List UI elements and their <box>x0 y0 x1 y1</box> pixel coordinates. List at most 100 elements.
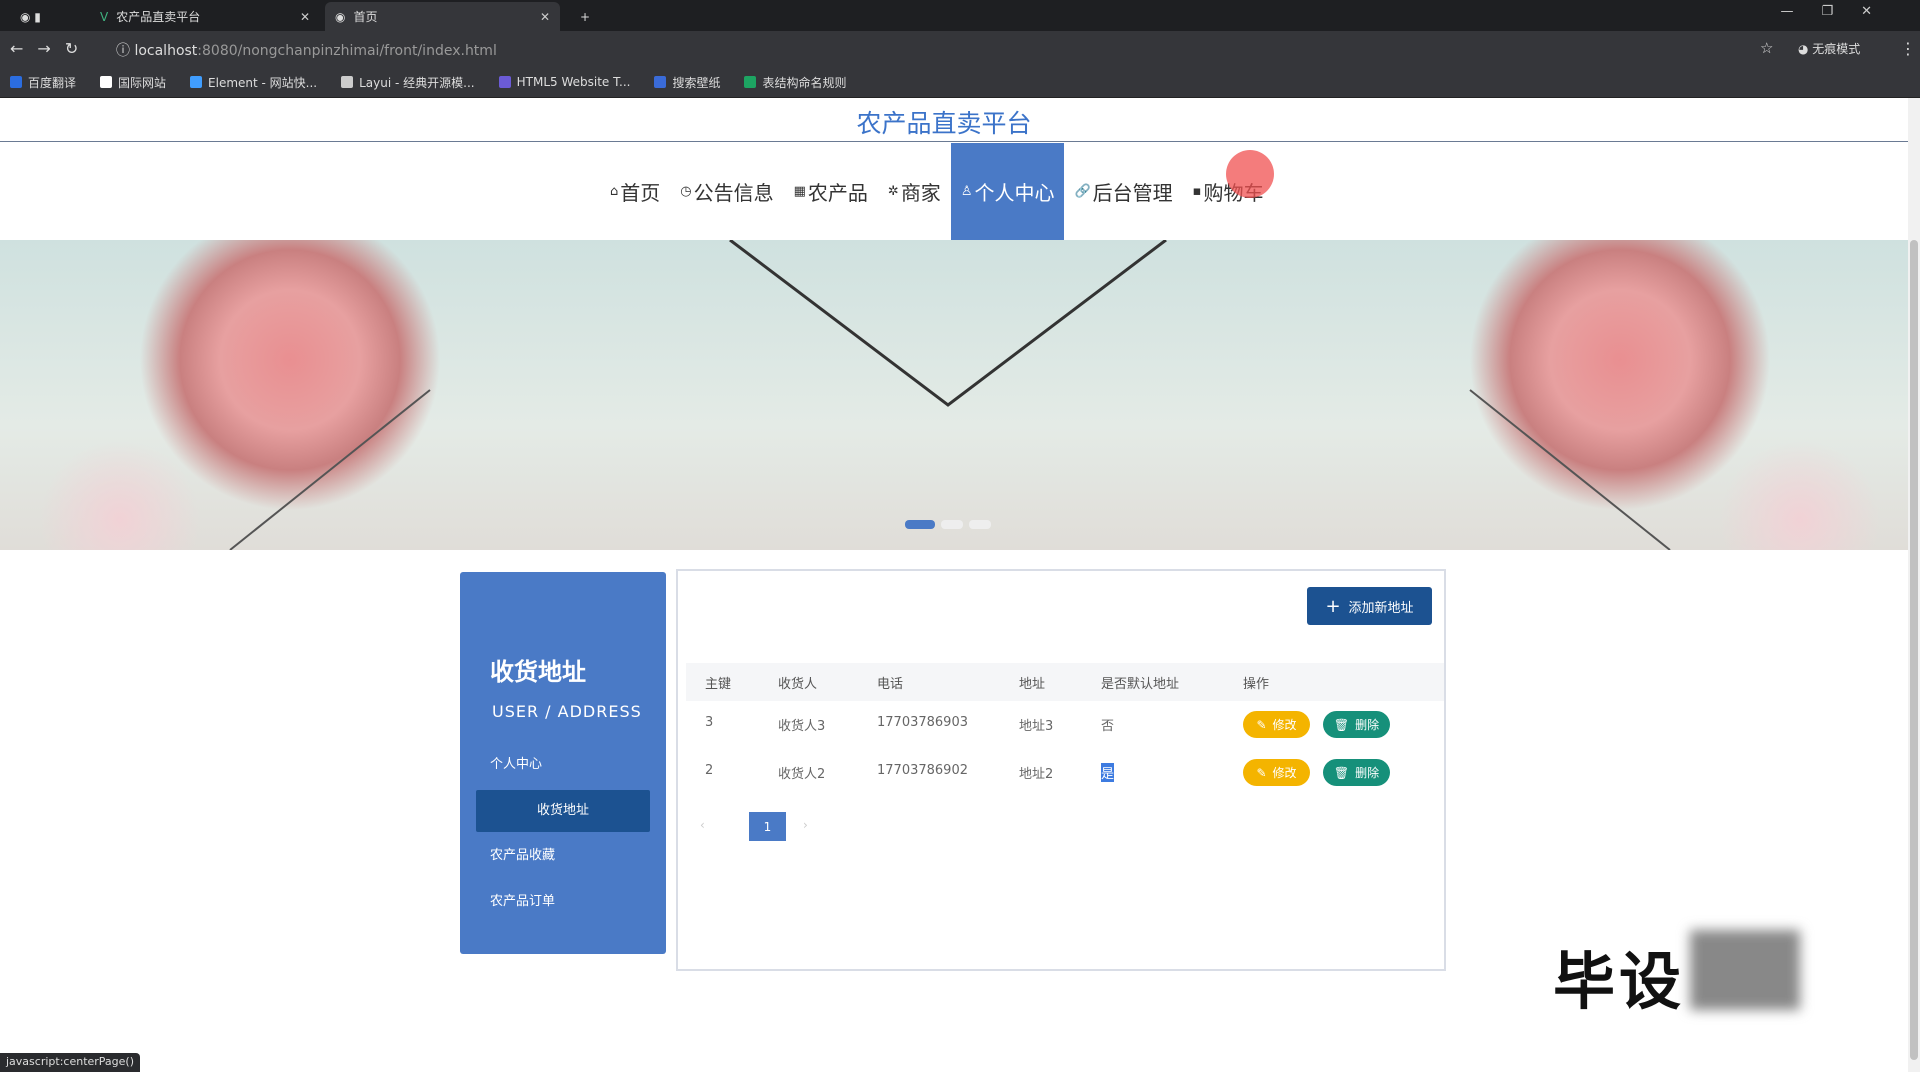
bookmark-item[interactable]: 搜索壁纸 <box>654 74 720 91</box>
tab-label: 农产品直卖平台 <box>116 10 201 24</box>
shop-icon: ✲ <box>887 184 899 199</box>
tab-platform[interactable]: V 农产品直卖平台 ✕ <box>90 2 320 31</box>
nav-item-2[interactable]: ▦ 农产品 <box>784 143 878 240</box>
delete-button[interactable]: 🗑 删除 <box>1323 759 1390 786</box>
column-header: 收货人 <box>778 677 818 692</box>
cell-default: 是 <box>1101 763 1115 782</box>
close-tab-icon[interactable]: ✕ <box>300 10 310 24</box>
edit-label: 修改 <box>1272 766 1297 780</box>
nav-item-0[interactable]: ⌂ 首页 <box>600 143 670 240</box>
bookmark-label: 表结构命名规则 <box>762 75 847 90</box>
cell-address: 地址3 <box>1019 719 1054 734</box>
bookmark-icon <box>654 76 667 88</box>
close-tab-icon[interactable]: ✕ <box>540 10 550 24</box>
bookmark-item[interactable]: 百度翻译 <box>10 74 76 91</box>
nav-label: 农产品 <box>807 181 868 205</box>
add-address-button[interactable]: + 添加新地址 <box>1307 587 1432 625</box>
sidebar-item-profile[interactable]: 个人中心 <box>460 743 666 787</box>
carousel-dot[interactable] <box>941 520 963 529</box>
plus-icon: + <box>1325 595 1341 617</box>
cell-id: 3 <box>705 715 714 730</box>
sidebar-item-favorites[interactable]: 农产品收藏 <box>460 834 666 878</box>
bookmarks-bar: 百度翻译 国际网站 Element - 网站快... Layui - 经典开源模...… <box>0 67 1920 98</box>
menu-icon[interactable]: ⋮ <box>1900 39 1916 58</box>
carousel-indicators <box>905 520 991 529</box>
bookmark-item[interactable]: Element - 网站快... <box>190 74 317 91</box>
url-field[interactable]: ⓘ localhost:8080/nongchanpinzhimai/front… <box>116 40 497 60</box>
nav-item-5[interactable]: 🔗 后台管理 <box>1064 143 1182 240</box>
table-header: 主键 收货人 电话 地址 是否默认地址 操作 <box>686 663 1444 701</box>
new-tab-button[interactable]: + <box>570 2 600 31</box>
cell-default: 否 <box>1101 719 1115 734</box>
nav-item-1[interactable]: ◷ 公告信息 <box>670 143 783 240</box>
bookmark-icon <box>190 76 203 88</box>
sidebar-item-orders[interactable]: 农产品订单 <box>460 880 666 924</box>
address-panel: + 添加新地址 主键 收货人 电话 地址 是否默认地址 操作 3 收货人3 1770378690… <box>676 569 1446 971</box>
url-path: :8080/nongchanpinzhimai/front/index.html <box>197 43 497 59</box>
cart-icon: ▪ <box>1192 184 1202 199</box>
pencil-icon: ✎ <box>1256 717 1267 732</box>
bookmark-label: 搜索壁纸 <box>672 75 721 90</box>
column-header: 电话 <box>877 677 904 692</box>
sidebar-item-address[interactable]: 收货地址 <box>476 790 650 832</box>
sidebar-subtitle: USER / ADDRESS <box>492 702 642 721</box>
globe-icon: ◉ <box>335 9 346 24</box>
tab-home[interactable]: ◉ 首页 ✕ <box>325 2 560 31</box>
scrollbar-thumb[interactable] <box>1910 240 1918 1060</box>
bookmark-item[interactable]: HTML5 Website T... <box>498 75 631 89</box>
column-header: 是否默认地址 <box>1101 677 1180 692</box>
prev-page-button[interactable]: ‹ <box>700 818 705 832</box>
watermark: 毕设 <box>1553 945 1686 1018</box>
nav-item-4[interactable]: ♙ 个人中心 <box>950 143 1065 240</box>
bookmark-item[interactable]: Layui - 经典开源模... <box>341 74 475 91</box>
cell-name: 收货人2 <box>778 767 826 782</box>
delete-label: 删除 <box>1355 718 1380 732</box>
edit-label: 修改 <box>1272 718 1297 732</box>
chrome-icons: ◉ ▮ <box>20 9 41 24</box>
column-header: 操作 <box>1243 677 1270 692</box>
page-1-button[interactable]: 1 <box>749 812 786 841</box>
vue-icon: V <box>100 9 109 24</box>
star-icon[interactable]: ☆ <box>1760 39 1773 57</box>
nav-label: 个人中心 <box>974 181 1055 205</box>
column-header: 地址 <box>1019 677 1046 692</box>
edit-button[interactable]: ✎ 修改 <box>1243 759 1310 786</box>
bookmark-item[interactable]: 国际网站 <box>100 74 166 91</box>
browser-tab-bar: ◉ ▮ V 农产品直卖平台 ✕ ◉ 首页 ✕ + —❐✕ <box>0 0 1920 31</box>
trash-icon: 🗑 <box>1333 765 1350 780</box>
window-controls[interactable]: —❐✕ <box>1780 4 1900 19</box>
column-header: 主键 <box>705 677 732 692</box>
user-icon: ♙ <box>960 184 973 199</box>
bookmark-label: 国际网站 <box>118 75 167 90</box>
table-row: 2 收货人2 17703786902 地址2 是 ✎ 修改 🗑 删除 <box>686 749 1444 797</box>
carousel-dot[interactable] <box>969 520 991 529</box>
banner-carousel[interactable] <box>0 240 1908 550</box>
watermark-blur <box>1690 930 1800 1010</box>
divider <box>0 141 1908 142</box>
clock-icon: ◷ <box>680 184 692 199</box>
sidebar-title: 收货地址 <box>490 658 586 686</box>
cell-phone: 17703786903 <box>877 715 968 730</box>
bookmark-icon <box>341 76 354 88</box>
delete-button[interactable]: 🗑 删除 <box>1323 711 1390 738</box>
nav-buttons-icon[interactable]: ←→↻ <box>10 39 92 58</box>
bookmark-item[interactable]: 表结构命名规则 <box>744 74 846 91</box>
banner-lines <box>229 240 1671 550</box>
table-row: 3 收货人3 17703786903 地址3 否 ✎ 修改 🗑 删除 <box>686 701 1444 749</box>
nav-item-3[interactable]: ✲ 商家 <box>878 143 951 240</box>
tab-label: 首页 <box>353 10 378 24</box>
cursor-highlight <box>1226 150 1274 198</box>
carousel-dot[interactable] <box>905 520 935 529</box>
cell-id: 2 <box>705 763 714 778</box>
user-sidebar: 收货地址 USER / ADDRESS 个人中心 收货地址 农产品收藏 农产品订… <box>460 572 666 954</box>
next-page-button[interactable]: › <box>803 818 808 832</box>
nav-label: 公告信息 <box>693 181 774 205</box>
edit-button[interactable]: ✎ 修改 <box>1243 711 1310 738</box>
nav-label: 商家 <box>900 181 941 205</box>
cell-address: 地址2 <box>1019 767 1054 782</box>
profile-button[interactable]: ◕ 无痕模式 <box>1798 40 1860 57</box>
bookmark-label: HTML5 Website T... <box>516 75 631 89</box>
home-icon: ⌂ <box>610 184 619 199</box>
status-bar: javascript:centerPage() <box>0 1053 141 1072</box>
bookmark-label: Layui - 经典开源模... <box>359 75 475 90</box>
